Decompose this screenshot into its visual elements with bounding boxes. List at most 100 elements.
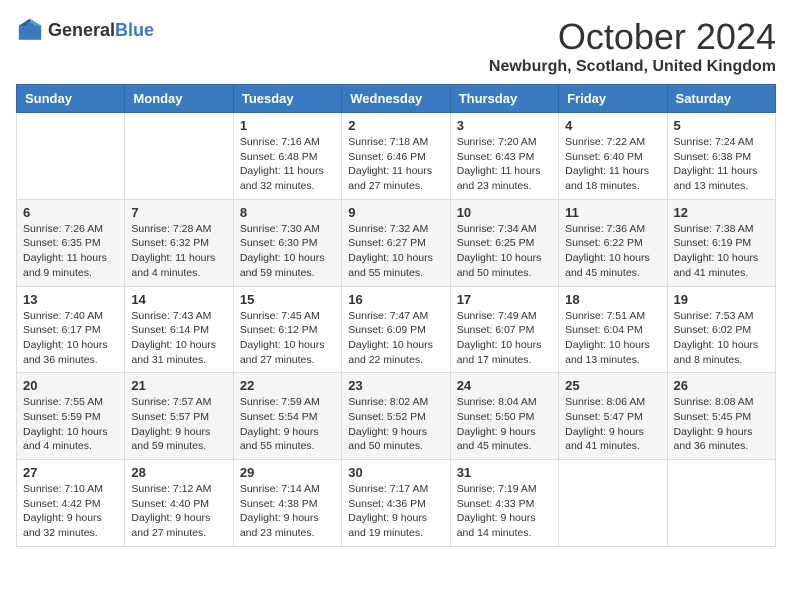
day-number: 14	[131, 292, 226, 307]
day-info: Sunrise: 7:10 AM Sunset: 4:42 PM Dayligh…	[23, 482, 118, 541]
day-info: Sunrise: 8:04 AM Sunset: 5:50 PM Dayligh…	[457, 395, 552, 454]
day-number: 29	[240, 465, 335, 480]
day-number: 24	[457, 378, 552, 393]
calendar-cell: 23Sunrise: 8:02 AM Sunset: 5:52 PM Dayli…	[342, 373, 450, 460]
day-number: 22	[240, 378, 335, 393]
calendar-cell	[125, 113, 233, 200]
calendar-cell: 2 Sunrise: 7:18 AM Sunset: 6:46 PM Daylig…	[342, 113, 450, 200]
calendar-cell: 20 Sunrise: 7:55 AM Sunset: 5:59 PM Dayli…	[17, 373, 125, 460]
day-info: Sunrise: 7:16 AM Sunset: 6:48 PM Dayligh…	[240, 135, 335, 194]
day-info: Sunrise: 7:24 AM Sunset: 6:38 PM Dayligh…	[674, 135, 769, 194]
day-number: 21	[131, 378, 226, 393]
page-header: GeneralBlue October 2024 Newburgh, Scotl…	[16, 16, 776, 76]
day-header-sunday: Sunday	[17, 85, 125, 113]
day-header-friday: Friday	[559, 85, 667, 113]
calendar-cell	[559, 460, 667, 547]
day-number: 15	[240, 292, 335, 307]
day-info: Sunrise: 7:18 AM Sunset: 6:46 PM Dayligh…	[348, 135, 443, 194]
calendar-cell: 17 Sunrise: 7:49 AM Sunset: 6:07 PM Dayli…	[450, 286, 558, 373]
day-number: 19	[674, 292, 769, 307]
day-header-thursday: Thursday	[450, 85, 558, 113]
day-info: Sunrise: 7:51 AM Sunset: 6:04 PM Dayligh…	[565, 309, 660, 368]
day-info: Sunrise: 7:38 AM Sunset: 6:19 PM Dayligh…	[674, 222, 769, 281]
day-info: Sunrise: 7:40 AM Sunset: 6:17 PM Dayligh…	[23, 309, 118, 368]
day-number: 27	[23, 465, 118, 480]
calendar-table: SundayMondayTuesdayWednesdayThursdayFrid…	[16, 84, 776, 547]
day-number: 17	[457, 292, 552, 307]
calendar-cell: 31 Sunrise: 7:19 AM Sunset: 4:33 PM Dayli…	[450, 460, 558, 547]
day-info: Sunrise: 7:19 AM Sunset: 4:33 PM Dayligh…	[457, 482, 552, 541]
logo: GeneralBlue	[16, 16, 154, 44]
day-info: Sunrise: 7:34 AM Sunset: 6:25 PM Dayligh…	[457, 222, 552, 281]
day-number: 23	[348, 378, 443, 393]
day-info: Sunrise: 7:14 AM Sunset: 4:38 PM Dayligh…	[240, 482, 335, 541]
day-info: Sunrise: 7:47 AM Sunset: 6:09 PM Dayligh…	[348, 309, 443, 368]
day-number: 30	[348, 465, 443, 480]
day-info: Sunrise: 7:12 AM Sunset: 4:40 PM Dayligh…	[131, 482, 226, 541]
calendar-cell: 8Sunrise: 7:30 AM Sunset: 6:30 PM Daylig…	[233, 199, 341, 286]
calendar-cell: 12 Sunrise: 7:38 AM Sunset: 6:19 PM Dayli…	[667, 199, 775, 286]
calendar-week-row: 20 Sunrise: 7:55 AM Sunset: 5:59 PM Dayli…	[17, 373, 776, 460]
calendar-week-row: 27 Sunrise: 7:10 AM Sunset: 4:42 PM Dayli…	[17, 460, 776, 547]
calendar-cell: 7Sunrise: 7:28 AM Sunset: 6:32 PM Daylig…	[125, 199, 233, 286]
day-number: 1	[240, 118, 335, 133]
day-info: Sunrise: 7:45 AM Sunset: 6:12 PM Dayligh…	[240, 309, 335, 368]
day-info: Sunrise: 7:53 AM Sunset: 6:02 PM Dayligh…	[674, 309, 769, 368]
day-number: 2	[348, 118, 443, 133]
calendar-cell: 13 Sunrise: 7:40 AM Sunset: 6:17 PM Dayli…	[17, 286, 125, 373]
logo-general: General	[48, 20, 115, 40]
calendar-cell: 30 Sunrise: 7:17 AM Sunset: 4:36 PM Dayli…	[342, 460, 450, 547]
day-info: Sunrise: 7:17 AM Sunset: 4:36 PM Dayligh…	[348, 482, 443, 541]
calendar-cell: 3 Sunrise: 7:20 AM Sunset: 6:43 PM Daylig…	[450, 113, 558, 200]
calendar-cell: 26 Sunrise: 8:08 AM Sunset: 5:45 PM Dayli…	[667, 373, 775, 460]
day-header-monday: Monday	[125, 85, 233, 113]
logo-blue: Blue	[115, 20, 154, 40]
day-number: 7	[131, 205, 226, 220]
day-header-wednesday: Wednesday	[342, 85, 450, 113]
day-number: 28	[131, 465, 226, 480]
day-number: 25	[565, 378, 660, 393]
title-section: October 2024 Newburgh, Scotland, United …	[489, 16, 776, 76]
day-number: 11	[565, 205, 660, 220]
month-title: October 2024	[489, 16, 776, 58]
calendar-cell: 29 Sunrise: 7:14 AM Sunset: 4:38 PM Dayli…	[233, 460, 341, 547]
calendar-cell: 9Sunrise: 7:32 AM Sunset: 6:27 PM Daylig…	[342, 199, 450, 286]
calendar-cell: 11 Sunrise: 7:36 AM Sunset: 6:22 PM Dayli…	[559, 199, 667, 286]
day-number: 18	[565, 292, 660, 307]
calendar-cell: 1 Sunrise: 7:16 AM Sunset: 6:48 PM Daylig…	[233, 113, 341, 200]
calendar-cell: 22 Sunrise: 7:59 AM Sunset: 5:54 PM Dayli…	[233, 373, 341, 460]
day-info: Sunrise: 7:22 AM Sunset: 6:40 PM Dayligh…	[565, 135, 660, 194]
calendar-cell: 25 Sunrise: 8:06 AM Sunset: 5:47 PM Dayli…	[559, 373, 667, 460]
calendar-cell: 4 Sunrise: 7:22 AM Sunset: 6:40 PM Daylig…	[559, 113, 667, 200]
calendar-cell: 28 Sunrise: 7:12 AM Sunset: 4:40 PM Dayli…	[125, 460, 233, 547]
day-number: 3	[457, 118, 552, 133]
day-info: Sunrise: 7:57 AM Sunset: 5:57 PM Dayligh…	[131, 395, 226, 454]
day-number: 4	[565, 118, 660, 133]
day-info: Sunrise: 7:49 AM Sunset: 6:07 PM Dayligh…	[457, 309, 552, 368]
day-number: 6	[23, 205, 118, 220]
day-number: 13	[23, 292, 118, 307]
calendar-week-row: 1 Sunrise: 7:16 AM Sunset: 6:48 PM Daylig…	[17, 113, 776, 200]
day-info: Sunrise: 7:26 AM Sunset: 6:35 PM Dayligh…	[23, 222, 118, 281]
day-info: Sunrise: 8:08 AM Sunset: 5:45 PM Dayligh…	[674, 395, 769, 454]
day-number: 26	[674, 378, 769, 393]
day-info: Sunrise: 7:55 AM Sunset: 5:59 PM Dayligh…	[23, 395, 118, 454]
day-info: Sunrise: 7:36 AM Sunset: 6:22 PM Dayligh…	[565, 222, 660, 281]
calendar-cell: 6 Sunrise: 7:26 AM Sunset: 6:35 PM Daylig…	[17, 199, 125, 286]
calendar-week-row: 13 Sunrise: 7:40 AM Sunset: 6:17 PM Dayli…	[17, 286, 776, 373]
day-number: 31	[457, 465, 552, 480]
day-number: 12	[674, 205, 769, 220]
location-title: Newburgh, Scotland, United Kingdom	[489, 58, 776, 76]
day-info: Sunrise: 7:59 AM Sunset: 5:54 PM Dayligh…	[240, 395, 335, 454]
day-info: Sunrise: 7:32 AM Sunset: 6:27 PM Dayligh…	[348, 222, 443, 281]
calendar-cell: 10 Sunrise: 7:34 AM Sunset: 6:25 PM Dayli…	[450, 199, 558, 286]
day-number: 10	[457, 205, 552, 220]
day-number: 20	[23, 378, 118, 393]
day-info: Sunrise: 7:43 AM Sunset: 6:14 PM Dayligh…	[131, 309, 226, 368]
calendar-cell: 19 Sunrise: 7:53 AM Sunset: 6:02 PM Dayli…	[667, 286, 775, 373]
calendar-cell: 24 Sunrise: 8:04 AM Sunset: 5:50 PM Dayli…	[450, 373, 558, 460]
day-info: Sunrise: 8:06 AM Sunset: 5:47 PM Dayligh…	[565, 395, 660, 454]
calendar-cell	[17, 113, 125, 200]
calendar-week-row: 6 Sunrise: 7:26 AM Sunset: 6:35 PM Daylig…	[17, 199, 776, 286]
day-info: Sunrise: 7:20 AM Sunset: 6:43 PM Dayligh…	[457, 135, 552, 194]
